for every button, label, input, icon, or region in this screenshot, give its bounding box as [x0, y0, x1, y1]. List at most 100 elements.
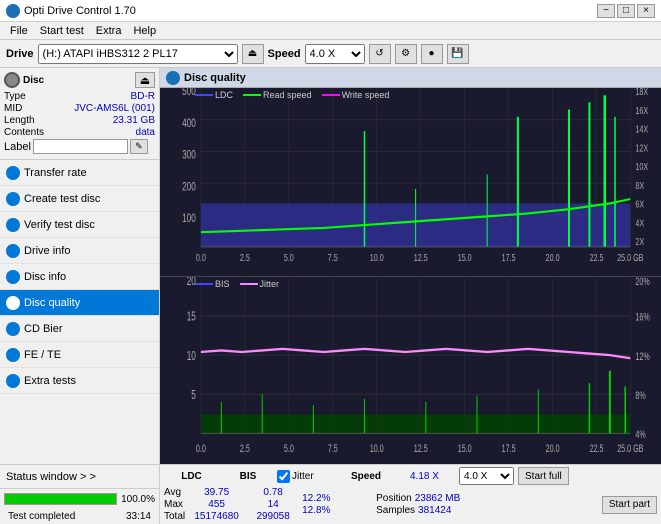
svg-text:22.5: 22.5 [590, 442, 604, 454]
start-full-button[interactable]: Start full [518, 467, 569, 485]
charts-container: LDC Read speed Write speed [160, 88, 661, 464]
ldc-header-col: LDC [164, 470, 219, 482]
speed-stat-val-col: 4.18 X [410, 470, 455, 482]
nav-cd-bier[interactable]: CD Bier [0, 316, 159, 342]
app-title: Opti Drive Control 1.70 [6, 4, 136, 18]
svg-text:18X: 18X [635, 88, 648, 98]
svg-text:25.0 GB: 25.0 GB [617, 442, 643, 454]
samples-value: 381424 [418, 505, 451, 516]
svg-text:16X: 16X [635, 105, 648, 117]
max-label: Max [164, 499, 185, 510]
refresh-button[interactable]: ↺ [369, 44, 391, 64]
eject-button[interactable]: ⏏ [242, 44, 264, 64]
jitter-label: Jitter [292, 471, 314, 482]
disc-quality-header-icon [166, 71, 180, 85]
svg-text:300: 300 [182, 149, 196, 162]
transfer-rate-icon [6, 166, 20, 180]
bottom-chart-svg: 20 15 10 5 20% 16% 12% 8% 4% 0.0 2.5 5.0… [160, 277, 661, 465]
progress-row: 100.0% [0, 489, 159, 509]
svg-text:8X: 8X [635, 180, 644, 192]
max-bis: 14 [248, 499, 298, 510]
nav-verify-test-disc[interactable]: Verify test disc [0, 212, 159, 238]
jitter-checkbox[interactable] [277, 470, 290, 483]
menu-file[interactable]: File [4, 23, 34, 39]
svg-text:12.5: 12.5 [414, 252, 428, 264]
legend-ldc-color [195, 94, 213, 96]
svg-text:12%: 12% [635, 350, 649, 362]
burn-button[interactable]: ● [421, 44, 443, 64]
svg-text:12X: 12X [635, 142, 648, 154]
start-part-button[interactable]: Start part [602, 496, 657, 514]
stats-labels-col: Avg Max Total [164, 487, 185, 522]
position-label: Position [376, 493, 412, 504]
stats-data-row: Avg Max Total 39.75 455 15174680 0.78 14… [164, 487, 657, 522]
stats-header-row: LDC BIS Jitter Speed 4.18 X [164, 467, 657, 485]
svg-text:20.0: 20.0 [546, 442, 560, 454]
legend-jitter-label: Jitter [260, 279, 280, 289]
top-chart-svg: 500 400 300 200 100 18X 16X 14X 12X 10X … [160, 88, 661, 276]
disc-mid-row: MID JVC-AMS6L (001) [4, 103, 155, 114]
top-legend: LDC Read speed Write speed [195, 90, 389, 100]
disc-quality-header: Disc quality [160, 68, 661, 88]
content-area: Disc quality LDC Read speed [160, 68, 661, 524]
test-speed-select[interactable]: 4.0 X [459, 467, 514, 485]
main-area: Disc ⏏ Type BD-R MID JVC-AMS6L (001) Len… [0, 68, 661, 524]
menu-extra[interactable]: Extra [90, 23, 128, 39]
nav-transfer-rate[interactable]: Transfer rate [0, 160, 159, 186]
svg-text:2.5: 2.5 [240, 252, 250, 264]
disc-panel-header: Disc ⏏ [4, 72, 155, 88]
position-value: 23862 MB [415, 493, 461, 504]
status-text-row: Test completed 33:14 [0, 509, 159, 524]
disc-mid-value: JVC-AMS6L (001) [74, 103, 155, 114]
save-button[interactable]: 💾 [447, 44, 469, 64]
menu-start-test[interactable]: Start test [34, 23, 90, 39]
speed-select[interactable]: 4.0 X [305, 44, 365, 64]
legend-bis: BIS [195, 279, 230, 289]
ldc-header: LDC [181, 471, 202, 482]
nav-fe-te[interactable]: FE / TE [0, 342, 159, 368]
svg-text:25.0 GB: 25.0 GB [617, 252, 643, 264]
legend-jitter: Jitter [240, 279, 280, 289]
svg-text:20.0: 20.0 [546, 252, 560, 264]
disc-mid-label: MID [4, 103, 22, 114]
settings-button[interactable]: ⚙ [395, 44, 417, 64]
verify-test-disc-icon [6, 218, 20, 232]
bis-header: BIS [240, 471, 257, 482]
total-bis: 299058 [248, 511, 298, 522]
drive-select[interactable]: (H:) ATAPI iHBS312 2 PL17 [38, 44, 238, 64]
disc-label-input[interactable] [33, 139, 128, 154]
nav-extra-tests[interactable]: Extra tests [0, 368, 159, 394]
window-controls: − □ × [597, 4, 655, 18]
nav-disc-info[interactable]: Disc info [0, 264, 159, 290]
jitter-values-col: 12.2% 12.8% [302, 493, 372, 516]
svg-text:7.5: 7.5 [328, 252, 338, 264]
nav-drive-info[interactable]: Drive info [0, 238, 159, 264]
progress-bar [4, 493, 117, 505]
close-button[interactable]: × [637, 4, 655, 18]
svg-text:10: 10 [187, 349, 196, 363]
position-row: Position 23862 MB [376, 493, 460, 504]
legend-read-speed-color [243, 94, 261, 96]
nav-create-test-disc[interactable]: Create test disc [0, 186, 159, 212]
nav-disc-quality[interactable]: Disc quality [0, 290, 159, 316]
menu-help[interactable]: Help [127, 23, 162, 39]
svg-text:8%: 8% [635, 389, 645, 401]
minimize-button[interactable]: − [597, 4, 615, 18]
disc-label-button[interactable]: ✎ [130, 139, 148, 154]
maximize-button[interactable]: □ [617, 4, 635, 18]
jitter-checkbox-area[interactable]: Jitter [277, 470, 347, 483]
disc-panel: Disc ⏏ Type BD-R MID JVC-AMS6L (001) Len… [0, 68, 159, 160]
svg-text:22.5: 22.5 [590, 252, 604, 264]
progress-text: 100.0% [121, 494, 155, 505]
speed-stat-label: Speed [351, 471, 381, 482]
svg-text:4%: 4% [635, 428, 645, 440]
svg-text:16%: 16% [635, 311, 649, 323]
status-window-button[interactable]: Status window > > [0, 465, 159, 489]
disc-type-row: Type BD-R [4, 91, 155, 102]
svg-text:14X: 14X [635, 123, 648, 135]
status-bar: Status window > > 100.0% Test completed … [0, 464, 159, 524]
disc-type-value: BD-R [131, 91, 155, 102]
drive-bar: Drive (H:) ATAPI iHBS312 2 PL17 ⏏ Speed … [0, 40, 661, 68]
disc-eject-button[interactable]: ⏏ [135, 72, 155, 88]
legend-ldc-label: LDC [215, 90, 233, 100]
